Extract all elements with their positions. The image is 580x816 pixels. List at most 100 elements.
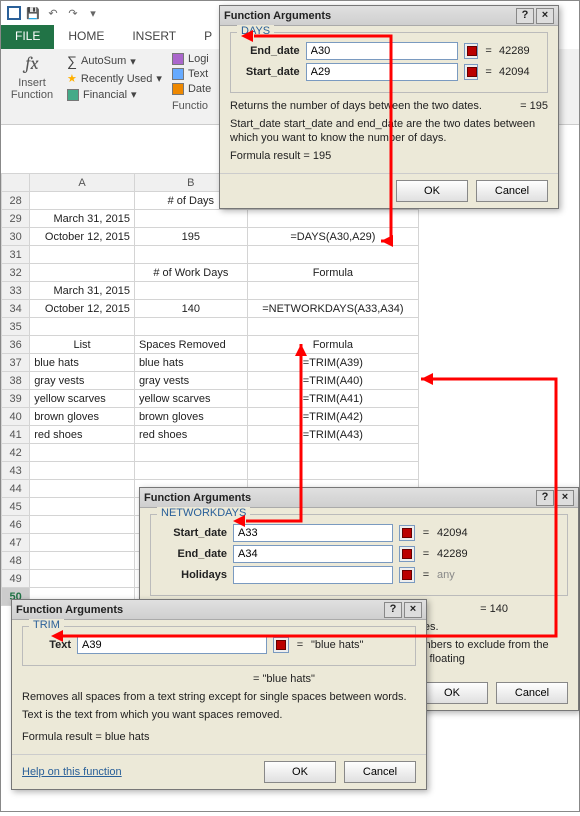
cell[interactable]: [30, 246, 135, 264]
holidays-input[interactable]: [233, 566, 393, 584]
row-header[interactable]: 49: [2, 570, 30, 588]
cell[interactable]: March 31, 2015: [30, 210, 135, 228]
cell[interactable]: [30, 570, 135, 588]
help-icon[interactable]: ?: [536, 490, 554, 506]
row-header[interactable]: 30: [2, 228, 30, 246]
help-icon[interactable]: ?: [516, 8, 534, 24]
close-icon[interactable]: ×: [404, 602, 422, 618]
row-header[interactable]: 41: [2, 426, 30, 444]
close-icon[interactable]: ×: [536, 8, 554, 24]
col-header-a[interactable]: A: [30, 174, 135, 192]
cell[interactable]: Spaces Removed: [134, 336, 247, 354]
row-header[interactable]: 31: [2, 246, 30, 264]
cell[interactable]: brown gloves: [134, 408, 247, 426]
cell[interactable]: gray vests: [30, 372, 135, 390]
row-header[interactable]: 28: [2, 192, 30, 210]
row-header[interactable]: 47: [2, 534, 30, 552]
cell[interactable]: blue hats: [30, 354, 135, 372]
qat-more-icon[interactable]: ▾: [85, 7, 101, 20]
cell[interactable]: =TRIM(A40): [247, 372, 418, 390]
tab-home[interactable]: HOME: [54, 25, 118, 49]
cell[interactable]: [247, 282, 418, 300]
cell[interactable]: [134, 318, 247, 336]
financial-button[interactable]: Financial▾: [67, 88, 162, 101]
row-header[interactable]: 48: [2, 552, 30, 570]
cell[interactable]: =NETWORKDAYS(A33,A34): [247, 300, 418, 318]
end-date-input[interactable]: [306, 42, 458, 60]
cell[interactable]: # of Work Days: [134, 264, 247, 282]
cell[interactable]: [247, 246, 418, 264]
cell[interactable]: yellow scarves: [30, 390, 135, 408]
cell[interactable]: red shoes: [30, 426, 135, 444]
row-header[interactable]: 29: [2, 210, 30, 228]
cell[interactable]: October 12, 2015: [30, 228, 135, 246]
insert-function-button[interactable]: Insert Function: [11, 77, 53, 101]
cell[interactable]: =TRIM(A42): [247, 408, 418, 426]
cancel-button[interactable]: Cancel: [344, 761, 416, 783]
help-link[interactable]: Help on this function: [22, 766, 122, 778]
cell[interactable]: yellow scarves: [134, 390, 247, 408]
row-header[interactable]: 44: [2, 480, 30, 498]
row-header[interactable]: 34: [2, 300, 30, 318]
cell[interactable]: [30, 534, 135, 552]
row-header[interactable]: 46: [2, 516, 30, 534]
cell[interactable]: [247, 318, 418, 336]
cell[interactable]: Formula: [247, 264, 418, 282]
row-header[interactable]: 42: [2, 444, 30, 462]
start-date-input[interactable]: [233, 524, 393, 542]
date-button[interactable]: Date: [172, 83, 211, 95]
cell[interactable]: =TRIM(A43): [247, 426, 418, 444]
cell[interactable]: [30, 480, 135, 498]
redo-icon[interactable]: ↷: [65, 7, 81, 20]
row-header[interactable]: 32: [2, 264, 30, 282]
row-header[interactable]: 43: [2, 462, 30, 480]
cell[interactable]: [30, 516, 135, 534]
row-header[interactable]: 36: [2, 336, 30, 354]
range-selector-icon[interactable]: [399, 546, 415, 562]
cell[interactable]: red shoes: [134, 426, 247, 444]
select-all-cell[interactable]: [2, 174, 30, 192]
row-header[interactable]: 38: [2, 372, 30, 390]
start-date-input[interactable]: [306, 63, 458, 81]
text-button[interactable]: Text: [172, 68, 211, 80]
cell[interactable]: March 31, 2015: [30, 282, 135, 300]
range-selector-icon[interactable]: [464, 64, 478, 80]
close-icon[interactable]: ×: [556, 490, 574, 506]
save-icon[interactable]: 💾: [25, 7, 41, 20]
cell[interactable]: List: [30, 336, 135, 354]
logical-button[interactable]: Logi: [172, 53, 211, 65]
row-header[interactable]: 39: [2, 390, 30, 408]
cell[interactable]: =DAYS(A30,A29): [247, 228, 418, 246]
cell[interactable]: [30, 192, 135, 210]
cell[interactable]: blue hats: [134, 354, 247, 372]
autosum-button[interactable]: ∑AutoSum▾: [67, 53, 162, 69]
cell[interactable]: [134, 444, 247, 462]
ok-button[interactable]: OK: [264, 761, 336, 783]
cell[interactable]: October 12, 2015: [30, 300, 135, 318]
cell[interactable]: gray vests: [134, 372, 247, 390]
cell[interactable]: 140: [134, 300, 247, 318]
cell[interactable]: [30, 498, 135, 516]
row-header[interactable]: 40: [2, 408, 30, 426]
cell[interactable]: [30, 552, 135, 570]
row-header[interactable]: 45: [2, 498, 30, 516]
range-selector-icon[interactable]: [399, 567, 415, 583]
recently-used-button[interactable]: ★Recently Used▾: [67, 72, 162, 85]
cell[interactable]: [30, 444, 135, 462]
tab-file[interactable]: FILE: [1, 25, 54, 49]
cell[interactable]: [247, 210, 418, 228]
cell[interactable]: [30, 318, 135, 336]
cell[interactable]: [247, 462, 418, 480]
ok-button[interactable]: OK: [396, 180, 468, 202]
cell[interactable]: [134, 246, 247, 264]
cell[interactable]: 195: [134, 228, 247, 246]
cell[interactable]: Formula: [247, 336, 418, 354]
undo-icon[interactable]: ↶: [45, 7, 61, 20]
cell[interactable]: [134, 282, 247, 300]
end-date-input[interactable]: [233, 545, 393, 563]
cell[interactable]: brown gloves: [30, 408, 135, 426]
row-header[interactable]: 37: [2, 354, 30, 372]
tab-insert[interactable]: INSERT: [118, 25, 190, 49]
cell[interactable]: [134, 210, 247, 228]
row-header[interactable]: 33: [2, 282, 30, 300]
